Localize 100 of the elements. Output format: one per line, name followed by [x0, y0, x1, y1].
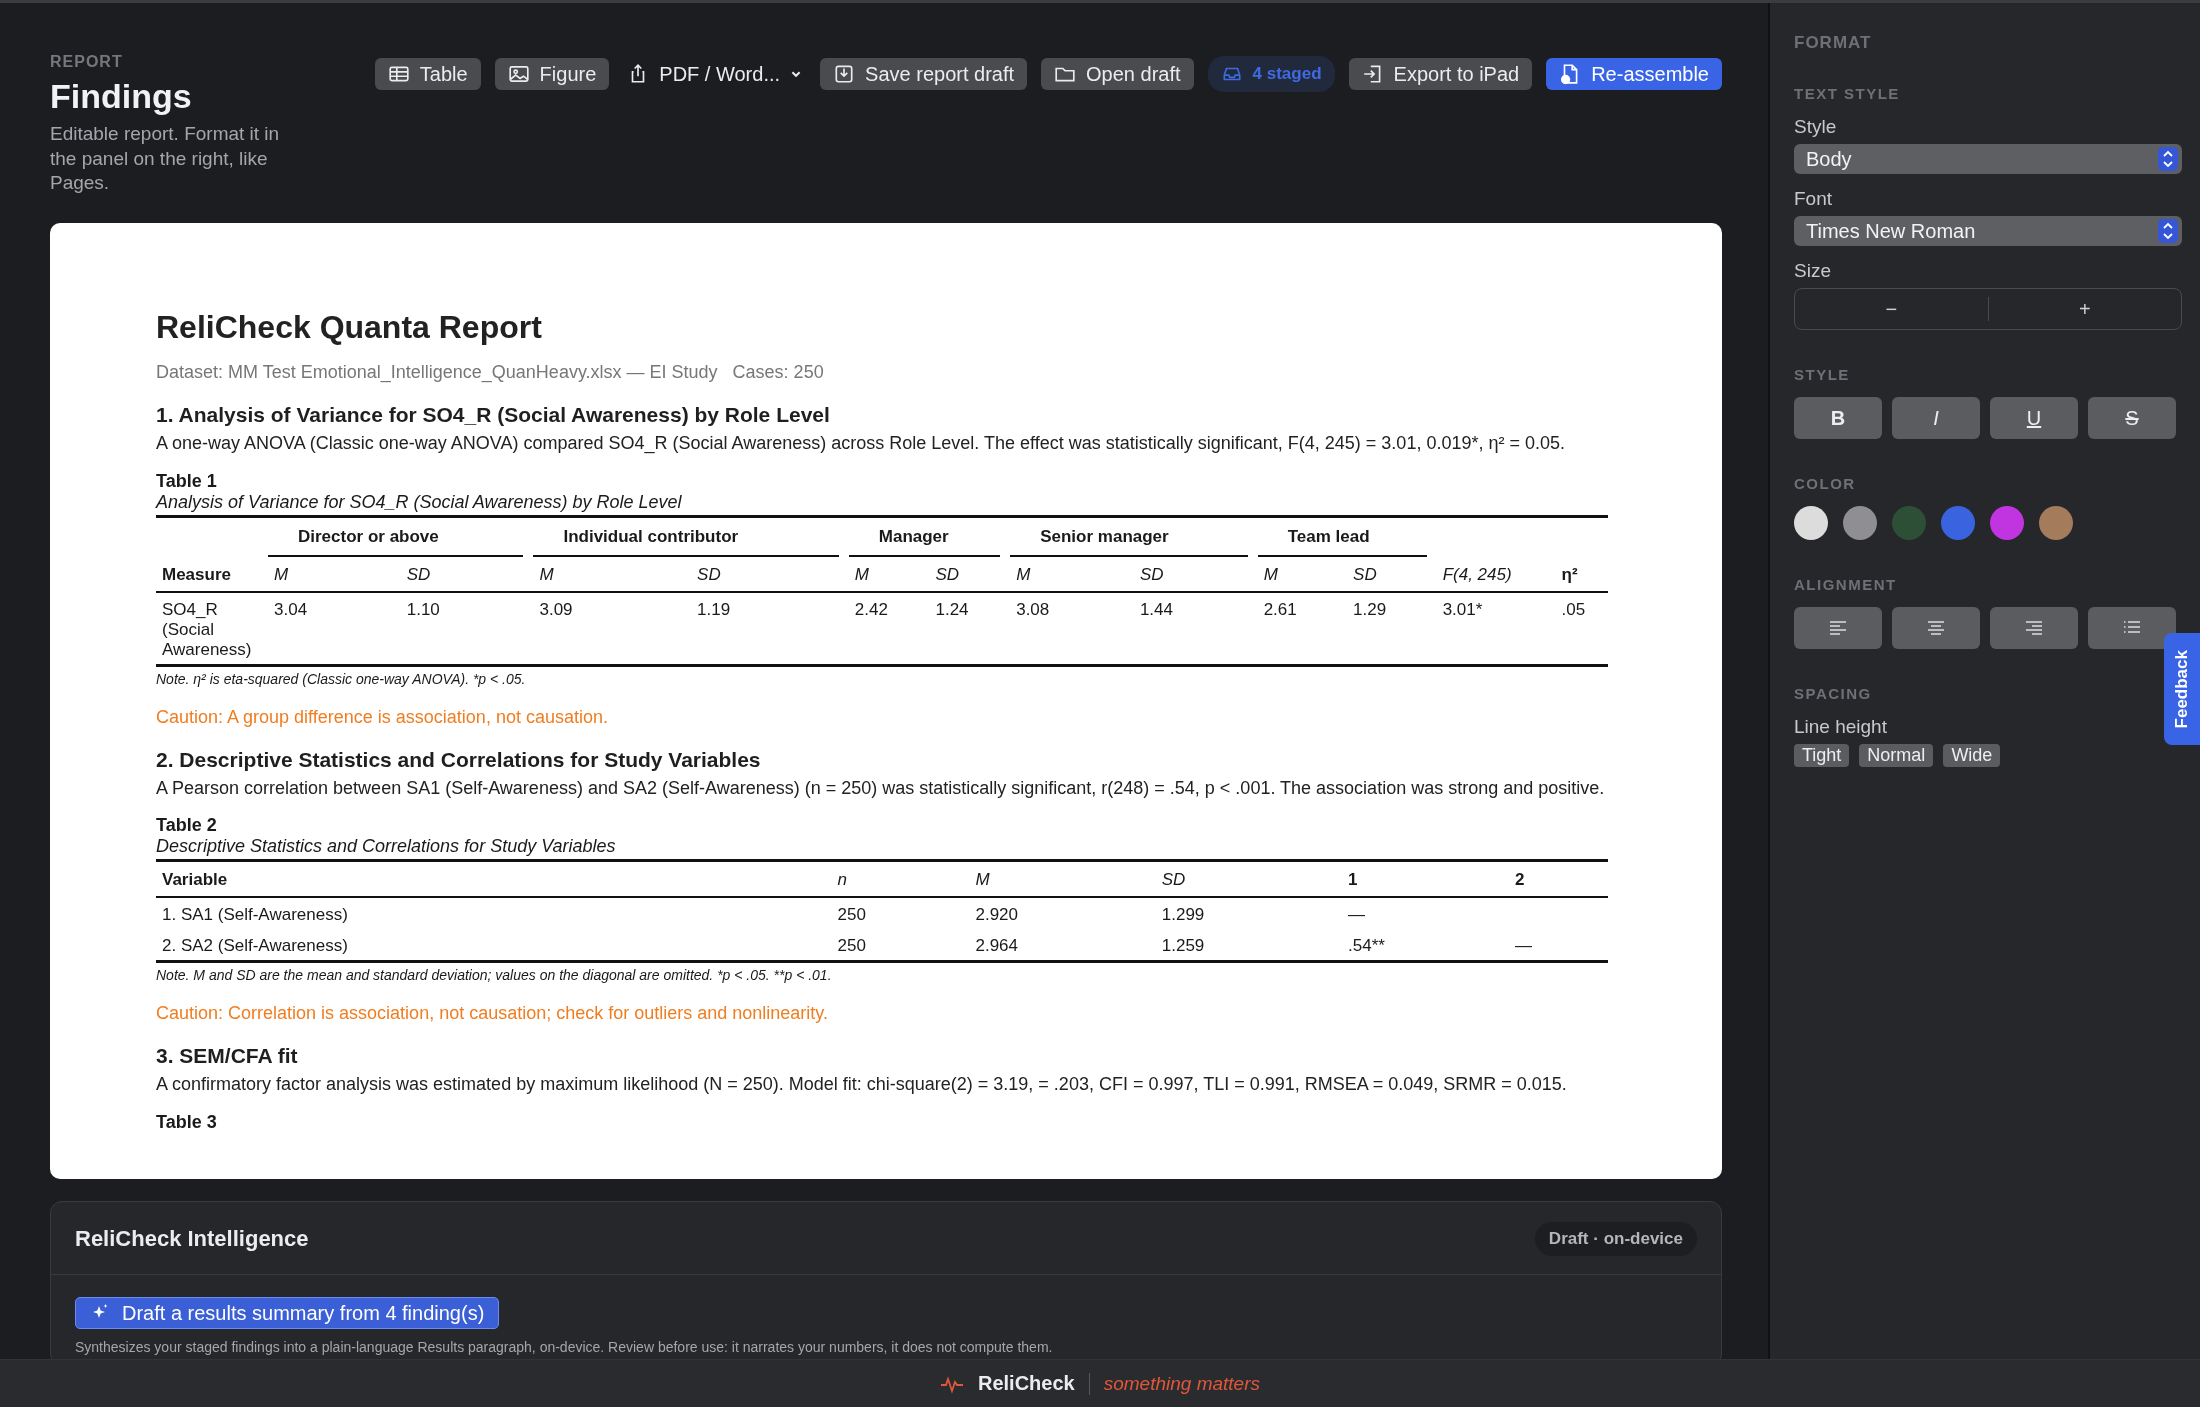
table-cell: .05	[1561, 599, 1586, 619]
increase-button[interactable]: +	[1987, 297, 2181, 321]
style-select[interactable]: Body	[1794, 144, 2182, 174]
caution-text: Caution: Correlation is association, not causation; check for outliers and nonlinearity.	[156, 1003, 830, 1024]
table-cell: —	[1514, 936, 1532, 955]
table-cell: 2.920	[975, 905, 1018, 924]
column-group-header: Team lead	[1257, 526, 1427, 557]
column-header: M	[274, 564, 289, 584]
toolbar-button[interactable]: Figure	[494, 58, 610, 90]
table-cell: 2.61	[1263, 599, 1297, 619]
column-header: SD	[406, 564, 431, 584]
toolbar-button[interactable]: Table	[374, 58, 481, 90]
column-group-header: Senior manager	[1010, 526, 1248, 557]
table-cell: 1.259	[1161, 936, 1205, 955]
column-header: 1	[1348, 870, 1358, 889]
align-center-button[interactable]	[1892, 607, 1980, 649]
field-label: Style	[1794, 116, 1838, 138]
table-label: Table 3	[156, 1111, 218, 1133]
column-header: n	[837, 870, 848, 889]
color-swatch[interactable]	[1794, 506, 1828, 540]
section-heading[interactable]: 1. Analysis of Variance for SO4_R (Social Awareness) by Role Level	[156, 403, 1612, 427]
line-height-option[interactable]: Normal	[1859, 744, 1934, 767]
column-header: SD	[697, 564, 721, 584]
color-swatch[interactable]	[2039, 506, 2073, 540]
section-heading[interactable]: 3. SEM/CFA fit	[156, 1044, 1612, 1068]
updown-icon	[2158, 147, 2178, 171]
status-badge: Draft · on-device	[1534, 1222, 1697, 1256]
italic-button[interactable]: I	[1892, 397, 1980, 439]
section-heading[interactable]: 2. Descriptive Statistics and Correlations for Study Variables	[156, 747, 1612, 772]
underline-button[interactable]: U	[1990, 397, 2078, 439]
table-cell: 2.964	[975, 936, 1018, 955]
table-caption: Descriptive Statistics and Correlations for Study Variables	[156, 836, 617, 857]
decrease-button[interactable]: −	[1795, 297, 1988, 321]
color-swatch[interactable]	[1843, 506, 1877, 540]
align-right-button[interactable]	[1990, 607, 2078, 649]
line-height-option[interactable]: Tight	[1794, 744, 1850, 767]
section-paragraph[interactable]: A confirmatory factor analysis was estimated by maximum likelihood (N = 250). Model fit: chi-square(2) = 3.19, = .203, CFI = 0.997, TLI = 0.991, RMSEA = 0.049, SRMR = 0.015.	[156, 1073, 1612, 1096]
updown-icon	[2158, 219, 2178, 243]
panel-title: FORMAT	[1794, 33, 1873, 53]
table-cell: 3.01*	[1442, 599, 1483, 619]
column-header: M	[1016, 564, 1031, 584]
bold-button[interactable]: B	[1794, 397, 1882, 439]
feedback-tab[interactable]: Feedback	[2164, 633, 2200, 745]
table-cell: 1.24	[935, 599, 969, 619]
table-cell: 250	[837, 905, 866, 924]
toolbar-button[interactable]: Save report draft	[820, 58, 1028, 90]
download-icon	[833, 63, 856, 85]
toolbar-button[interactable]: Re-assemble	[1546, 58, 1722, 90]
table-caption: Analysis of Variance for SO4_R (Social Awareness) by Role Level	[156, 491, 683, 513]
table-cell: 3.08	[1016, 599, 1050, 619]
column-header: SD	[935, 564, 960, 584]
line-height-option[interactable]: Wide	[1943, 744, 2001, 767]
align-icon	[2024, 620, 2044, 636]
column-header: M	[539, 564, 554, 584]
table-cell: 1.44	[1139, 599, 1173, 619]
dataset-line[interactable]: Dataset: MM Test Emotional_Intelligence_QuanHeavy.xlsx — EI Study Cases: 250	[156, 362, 1612, 383]
toolbar-button[interactable]: Open draft	[1041, 58, 1194, 90]
table-cell: SO4_R (Social Awareness)	[162, 599, 252, 659]
column-header: F(4, 245)	[1442, 564, 1512, 584]
table-cell: .54**	[1348, 936, 1385, 955]
align-left-button[interactable]	[1794, 607, 1882, 649]
page-description: Editable report. Format it in the panel on the right, like Pages.	[50, 122, 281, 196]
brand-name: ReliCheck	[978, 1372, 1075, 1395]
section-paragraph[interactable]: A one-way ANOVA (Classic one-way ANOVA) compared SO4_R (Social Awareness) across Role Level. The effect was statistically significant, F(4, 245) = 3.01, 0.019*, η² = 0.05.	[156, 432, 1612, 455]
report-title[interactable]: ReliCheck Quanta Report	[156, 309, 1612, 346]
section-paragraph[interactable]: A Pearson correlation between SA1 (Self-Awareness) and SA2 (Self-Awareness) (n = 250) was statistically significant, r(248) = .54, p < .001. The association was strong and positive.	[156, 776, 1612, 799]
strikethrough-button[interactable]: S	[2088, 397, 2176, 439]
color-swatch[interactable]	[1892, 506, 1926, 540]
field-label: Font	[1794, 188, 1834, 210]
column-group-header: Manager	[848, 526, 1001, 557]
table-cell: 2.42	[854, 599, 888, 619]
font-select[interactable]: Times New Roman	[1794, 216, 2182, 246]
column-header: SD	[1353, 564, 1377, 584]
toolbar-button[interactable]: Export to iPad	[1348, 58, 1533, 90]
section-label: COLOR	[1794, 475, 1857, 492]
table-note: Note. η² is eta-squared (Classic one-way ANOVA). *p < .05.	[156, 670, 527, 687]
section-label: ALIGNMENT	[1794, 576, 1898, 593]
table-cell: 1. SA1 (Self-Awareness)	[162, 905, 348, 924]
section-label: STYLE	[1794, 366, 1851, 383]
column-header: M	[854, 564, 869, 584]
table-cell: 3.09	[539, 599, 573, 619]
list-button[interactable]	[2088, 607, 2176, 649]
card-description: Synthesizes your staged findings into a plain-language Results paragraph, on-device. Review before use: it narrates your numbers, it does not compute them.	[75, 1339, 1054, 1355]
table-cell: 250	[837, 936, 866, 955]
image-icon	[507, 63, 530, 85]
column-header: SD	[1161, 870, 1186, 889]
column-header: 2	[1514, 870, 1525, 889]
table-cell: 1.299	[1161, 905, 1205, 924]
card-title: ReliCheck Intelligence	[75, 1226, 309, 1252]
table-label: Table 2	[156, 815, 218, 836]
color-swatch[interactable]	[1941, 506, 1975, 540]
table-label: Table 1	[156, 470, 218, 492]
draft-summary-button[interactable]: Draft a results summary from 4 finding(s)	[75, 1297, 500, 1329]
column-header: Variable	[162, 870, 228, 889]
table-cell: 1.29	[1353, 599, 1387, 619]
column-header: SD	[1139, 564, 1164, 584]
color-swatch[interactable]	[1990, 506, 2024, 540]
table-cell: —	[1348, 905, 1366, 924]
toolbar-button[interactable]: PDF / Word...	[623, 58, 807, 90]
table-cell: 2. SA2 (Self-Awareness)	[162, 936, 348, 955]
